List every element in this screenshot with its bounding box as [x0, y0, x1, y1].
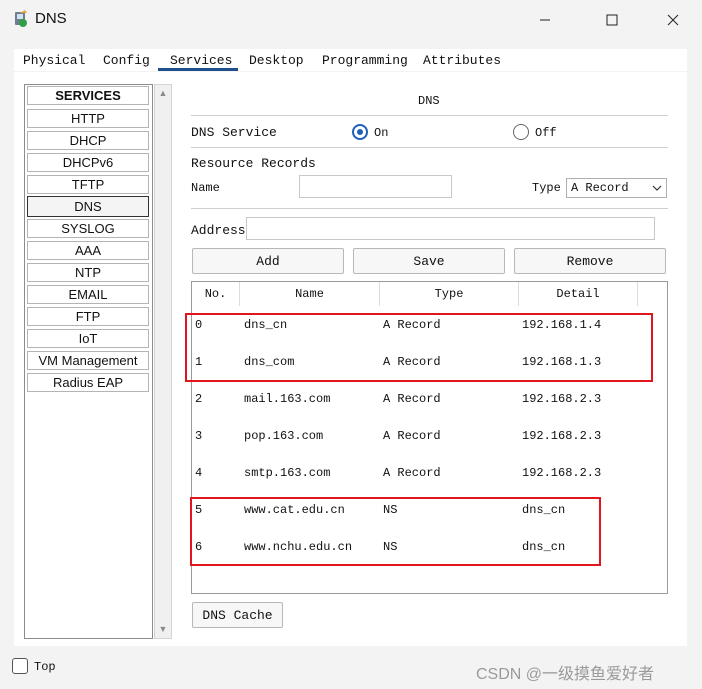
dns-service-label: DNS Service: [191, 125, 277, 140]
section-title: DNS: [418, 94, 440, 108]
save-button[interactable]: Save: [353, 248, 505, 274]
table-cell-type: A Record: [383, 466, 441, 480]
address-label: Address: [191, 223, 246, 238]
sidebar-item-radius-eap[interactable]: Radius EAP: [27, 373, 149, 392]
minimize-icon: [540, 19, 550, 21]
table-cell-detail: 192.168.2.3: [522, 392, 602, 406]
sidebar-item-email[interactable]: EMAIL: [27, 285, 149, 304]
table-cell-name: pop.163.com: [244, 429, 324, 443]
close-icon: [667, 14, 679, 26]
sidebar-item-iot[interactable]: IoT: [27, 329, 149, 348]
table-cell-detail: 192.168.2.3: [522, 466, 602, 480]
sidebar-item-vm-management[interactable]: VM Management: [27, 351, 149, 370]
table-cell-no: 4: [195, 466, 203, 480]
divider: [191, 208, 668, 209]
minimize-button[interactable]: [522, 0, 568, 40]
address-input[interactable]: [246, 217, 655, 240]
sidebar-item-dhcpv6[interactable]: DHCPv6: [27, 153, 149, 172]
add-button[interactable]: Add: [192, 248, 344, 274]
tab-physical[interactable]: Physical: [23, 53, 85, 68]
tab-services[interactable]: Services: [170, 53, 232, 68]
tab-attributes[interactable]: Attributes: [423, 53, 501, 68]
maximize-button[interactable]: [589, 0, 635, 40]
active-tab-indicator: [158, 68, 238, 71]
sidebar-item-tftp[interactable]: TFTP: [27, 175, 149, 194]
tab-desktop[interactable]: Desktop: [249, 53, 304, 68]
resource-records-label: Resource Records: [191, 156, 316, 171]
table-cell-type: A Record: [383, 392, 441, 406]
close-button[interactable]: [650, 0, 696, 40]
column-header-no[interactable]: No.: [192, 282, 240, 306]
type-label: Type: [532, 181, 561, 195]
sidebar-item-ntp[interactable]: NTP: [27, 263, 149, 282]
type-select-value: A Record: [571, 181, 629, 195]
table-cell-name: smtp.163.com: [244, 466, 331, 480]
table-cell-detail: 192.168.2.3: [522, 429, 602, 443]
name-input[interactable]: [299, 175, 452, 198]
chevron-down-icon: [652, 185, 662, 191]
table-cell-no: 3: [195, 429, 203, 443]
name-label: Name: [191, 181, 220, 195]
column-header-name[interactable]: Name: [240, 282, 380, 306]
sidebar-header: SERVICES: [27, 86, 149, 105]
sidebar-item-http[interactable]: HTTP: [27, 109, 149, 128]
tab-programming[interactable]: Programming: [322, 53, 408, 68]
app-icon: [11, 9, 31, 29]
dns-cache-button[interactable]: DNS Cache: [192, 602, 283, 628]
table-cell-name: mail.163.com: [244, 392, 331, 406]
scroll-down-arrow-icon[interactable]: ▼: [154, 622, 172, 636]
sidebar-item-syslog[interactable]: SYSLOG: [27, 219, 149, 238]
column-header-detail[interactable]: Detail: [519, 282, 638, 306]
column-header-type[interactable]: Type: [380, 282, 519, 306]
divider: [191, 147, 668, 148]
highlight-box-a-records: [185, 313, 653, 382]
radio-on-label: On: [374, 126, 389, 140]
scroll-up-arrow-icon[interactable]: ▲: [154, 86, 172, 100]
table-cell-type: A Record: [383, 429, 441, 443]
sidebar-scrollbar[interactable]: [154, 84, 172, 639]
sidebar-item-aaa[interactable]: AAA: [27, 241, 149, 260]
highlight-box-ns-records: [190, 497, 601, 566]
sidebar-item-ftp[interactable]: FTP: [27, 307, 149, 326]
type-select[interactable]: A Record: [566, 178, 667, 198]
tab-config[interactable]: Config: [103, 53, 150, 68]
table-cell-no: 2: [195, 392, 203, 406]
sidebar-item-dhcp[interactable]: DHCP: [27, 131, 149, 150]
remove-button[interactable]: Remove: [514, 248, 666, 274]
top-checkbox[interactable]: [12, 658, 28, 674]
maximize-icon: [606, 14, 618, 26]
divider: [191, 115, 668, 116]
radio-off[interactable]: [513, 124, 529, 140]
radio-on[interactable]: [352, 124, 368, 140]
sidebar-item-dns[interactable]: DNS: [27, 196, 149, 217]
radio-off-label: Off: [535, 126, 557, 140]
top-label: Top: [34, 660, 56, 674]
watermark: CSDN @一级摸鱼爱好者: [476, 666, 655, 683]
window-title: DNS: [35, 10, 67, 27]
